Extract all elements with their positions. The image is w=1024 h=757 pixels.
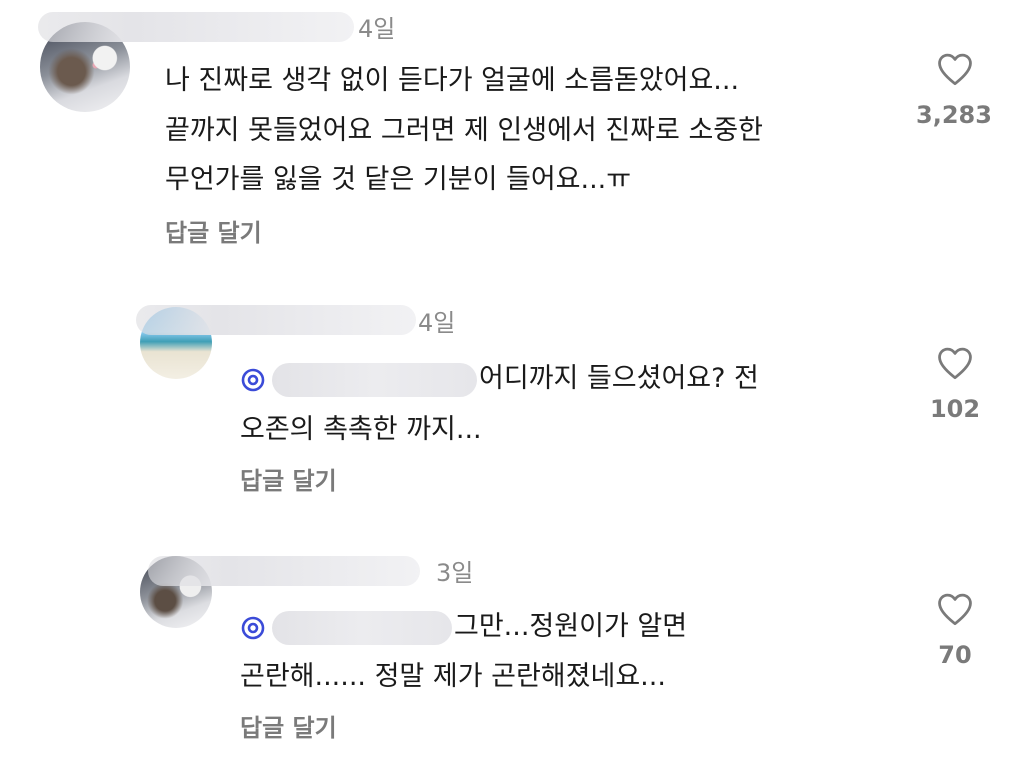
- comment-text-line-2: 끝까지 못들었어요 그러면 제 인생에서 진짜로 소중한: [165, 115, 763, 146]
- comment-text-line-1: 나 진짜로 생각 없이 듣다가 얼굴에 소름돋았어요...: [165, 65, 740, 96]
- comment-text-line-2: 곤란해...... 정말 제가 곤란해졌네요...: [240, 661, 666, 692]
- comment-text-line-2: 오존의 촉촉한 까지...: [240, 414, 482, 445]
- comment-time: 4일: [358, 15, 396, 43]
- comment-time: 3일: [436, 559, 474, 587]
- username-blurred[interactable]: [136, 305, 416, 335]
- like-button[interactable]: 3,283: [910, 52, 1000, 130]
- reply-button[interactable]: 답글 달기: [240, 713, 337, 743]
- like-count: 3,283: [916, 101, 992, 129]
- reply-button[interactable]: 답글 달기: [240, 466, 337, 496]
- comment-text-line-1: 그만...정원이가 알면: [240, 600, 687, 654]
- comment-time: 4일: [418, 309, 456, 337]
- like-count: 102: [929, 395, 981, 423]
- heart-outline-icon: [938, 593, 972, 626]
- threads-at-icon[interactable]: [240, 367, 266, 393]
- mention-username-blurred[interactable]: [272, 610, 452, 645]
- comment-text-line-1: 어디까지 들으셨어요? 전: [240, 352, 759, 406]
- reply-button[interactable]: 답글 달기: [165, 218, 262, 248]
- comment-text: 어디까지 들으셨어요? 전: [479, 363, 759, 394]
- like-count: 70: [938, 641, 972, 669]
- like-button[interactable]: 102: [910, 346, 1000, 424]
- heart-outline-icon: [938, 53, 972, 86]
- username-blurred[interactable]: [38, 12, 354, 42]
- comment-text-line-3: 무언가를 잃을 것 닽은 기분이 들어요...ㅠ: [165, 164, 632, 195]
- heart-outline-icon: [938, 347, 972, 380]
- threads-at-icon[interactable]: [240, 615, 266, 641]
- mention-username-blurred[interactable]: [272, 362, 477, 397]
- comment-text: 그만...정원이가 알면: [454, 611, 688, 642]
- like-button[interactable]: 70: [910, 592, 1000, 670]
- username-blurred[interactable]: [148, 556, 420, 586]
